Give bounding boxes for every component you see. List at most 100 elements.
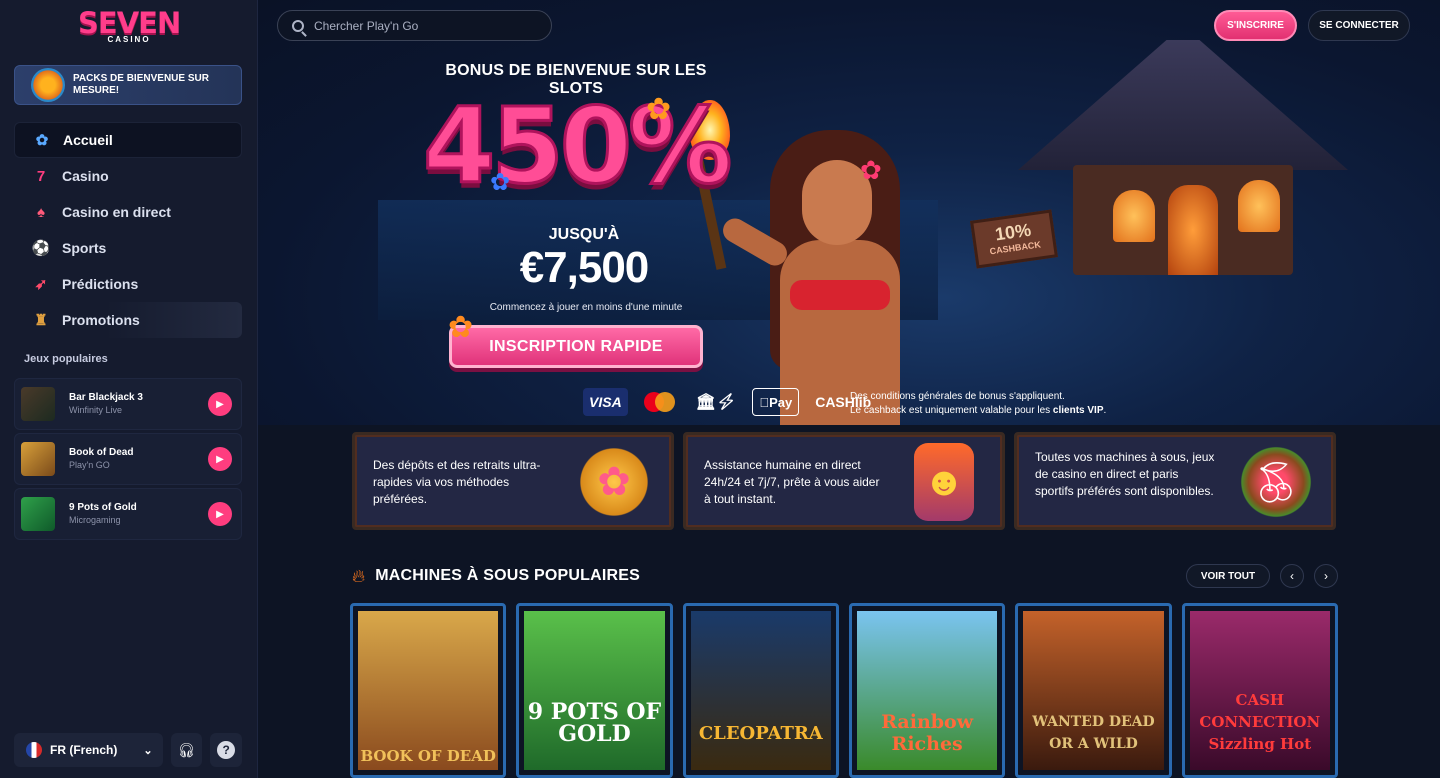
game-name: 9 Pots of Gold [69, 502, 137, 513]
sidebar: SEVEN CASINO PACKS DE BIENVENUE SUR MESU… [0, 0, 258, 778]
sidebar-item-predictions[interactable]: ➶ Prédictions [14, 266, 242, 302]
slot-card[interactable]: CLEOPATRA [682, 603, 839, 778]
game-provider: Microgaming [69, 515, 121, 525]
sidebar-item-label: Accueil [63, 132, 113, 148]
slot-title: CLEOPATRA [698, 723, 823, 744]
flower-icon: ✿ [646, 93, 672, 126]
mastercard-icon [638, 388, 680, 416]
soccer-ball-icon: ⚽ [31, 240, 51, 257]
help-button[interactable]: ? [210, 733, 243, 767]
popular-game-item[interactable]: Bar Blackjack 3 Winfinity Live ▶ [14, 378, 242, 430]
coin-flower-icon: ✿ [575, 443, 653, 521]
packs-label: PACKS DE BIENVENUE SUR MESURE! [73, 73, 209, 96]
game-provider: Winfinity Live [69, 405, 123, 415]
popular-slots-header: 🔥︎ MACHINES À SOUS POPULAIRES VOIR TOUT … [352, 562, 1338, 590]
brand-logo[interactable]: SEVEN CASINO [78, 6, 181, 44]
slot-title: WANTED DEAD OR A WILD [1032, 714, 1155, 752]
hut-door [1168, 185, 1218, 275]
slot-title: BOOK OF DEAD [360, 747, 496, 765]
sidebar-footer: FR (French) ⌄ 🎧︎ ? [14, 733, 243, 767]
game-name: Book of Dead [69, 447, 134, 458]
top [790, 280, 890, 310]
search-input[interactable] [314, 18, 534, 33]
section-title: MACHINES À SOUS POPULAIRES [375, 567, 641, 584]
slot-card[interactable]: Rainbow Riches [848, 603, 1006, 778]
play-button[interactable]: ▶ [208, 502, 232, 526]
terms-line-2: Le cashback est uniquement valable pour … [850, 404, 1106, 418]
search-bar[interactable] [277, 10, 552, 41]
flower-icon: ✿ [448, 311, 474, 344]
slot-title: 9 POTS OF GOLD [527, 699, 662, 747]
chevron-right-icon: › [1324, 569, 1328, 583]
apple-pay-icon: Pay [752, 388, 800, 416]
slot-card[interactable]: CASH CONNECTION Sizzling Hot [1181, 603, 1338, 778]
welcome-packs-banner[interactable]: PACKS DE BIENVENUE SUR MESURE! [14, 65, 242, 105]
terms-end: . [1103, 405, 1107, 416]
app-root: SEVEN CASINO PACKS DE BIENVENUE SUR MESU… [0, 0, 1440, 778]
spade-icon: ♠ [37, 203, 45, 221]
sidebar-nav: ✿ Accueil 7 Casino ♠ Casino en direct ⚽ … [14, 122, 242, 338]
sidebar-item-label: Promotions [62, 312, 140, 328]
popular-game-item[interactable]: Book of Dead Play'n GO ▶ [14, 433, 242, 485]
play-button[interactable]: ▶ [208, 447, 232, 471]
language-selector[interactable]: FR (French) ⌄ [14, 733, 163, 767]
hostess-illustration: ✿ [718, 130, 970, 425]
gift-icon: ♜ [34, 312, 48, 329]
feature-card: Assistance humaine en direct 24h/24 et 7… [683, 432, 1005, 530]
feature-card: Toutes vos machines à sous, jeux de casi… [1014, 432, 1336, 530]
next-button[interactable]: › [1314, 564, 1338, 588]
popular-games-heading: Jeux populaires [24, 353, 108, 365]
france-flag-icon [26, 742, 42, 758]
rocket-icon: ➶ [34, 276, 48, 293]
feature-text: Toutes vos machines à sous, jeux de casi… [1035, 450, 1215, 498]
visa-icon: VISA [583, 388, 628, 416]
sidebar-item-label: Sports [62, 240, 107, 256]
feature-text: Des dépôts et des retraits ultra-rapides… [373, 458, 541, 506]
fire-icon: 🔥︎ [352, 565, 366, 586]
play-button[interactable]: ▶ [208, 392, 232, 416]
slot-card[interactable]: BOOK OF DEAD [350, 603, 507, 778]
headset-icon: 🎧︎ [177, 741, 196, 758]
hut-window [1238, 180, 1280, 232]
hut-window [1113, 190, 1155, 242]
sidebar-item-promotions[interactable]: ♜ Promotions [14, 302, 242, 338]
bank-transfer-icon: 🏛︎⚡︎ [695, 394, 737, 411]
view-all-button[interactable]: VOIR TOUT [1186, 564, 1270, 588]
game-thumbnail [21, 497, 55, 531]
sidebar-item-label: Casino [62, 168, 109, 184]
login-button[interactable]: SE CONNECTER [1308, 10, 1410, 41]
popular-game-item[interactable]: 9 Pots of Gold Microgaming ▶ [14, 488, 242, 540]
sidebar-item-casino[interactable]: 7 Casino [14, 158, 242, 194]
prev-button[interactable]: ‹ [1280, 564, 1304, 588]
game-thumbnail [21, 387, 55, 421]
slot-card[interactable]: WANTED DEAD OR A WILD [1015, 603, 1172, 778]
hero-subtitle: Commencez à jouer en moins d'une minute [489, 302, 683, 313]
slot-card[interactable]: 9 POTS OF GOLD [516, 603, 673, 778]
sidebar-item-label: Prédictions [62, 276, 139, 292]
brand-name: SEVEN [78, 6, 181, 40]
sidebar-item-label: Casino en direct [62, 204, 171, 220]
tiki-mask-icon: ☻ [914, 443, 974, 521]
play-icon: ▶ [216, 453, 224, 465]
flower-icon: ✿ [490, 169, 511, 196]
vip-link[interactable]: clients VIP [1053, 405, 1104, 416]
sidebar-item-accueil[interactable]: ✿ Accueil [14, 122, 242, 158]
mastercard-circle [654, 392, 675, 412]
slot-title: Rainbow Riches [881, 711, 974, 755]
hut-roof [1018, 40, 1348, 170]
payment-methods: VISA 🏛︎⚡︎ Pay CASHlib [583, 388, 877, 416]
play-icon: ▶ [216, 508, 224, 520]
game-thumbnail [21, 442, 55, 476]
quick-signup-button[interactable]: INSCRIPTION RAPIDE [449, 325, 703, 368]
coconut-drink-icon: 🍒︎ [1237, 443, 1315, 521]
chevron-down-icon: ⌄ [143, 744, 153, 757]
popular-games-list: Bar Blackjack 3 Winfinity Live ▶ Book of… [14, 378, 242, 543]
sidebar-item-casino-en-direct[interactable]: ♠ Casino en direct [14, 194, 242, 230]
support-button[interactable]: 🎧︎ [170, 733, 203, 767]
sidebar-item-sports[interactable]: ⚽ Sports [14, 230, 242, 266]
game-provider: Play'n GO [69, 460, 110, 470]
signup-button[interactable]: S'INSCRIRE [1214, 10, 1297, 41]
terms-line-1: Des conditions générales de bonus s'appl… [850, 391, 1065, 402]
chevron-left-icon: ‹ [1290, 569, 1294, 583]
slot-artwork [690, 611, 831, 770]
